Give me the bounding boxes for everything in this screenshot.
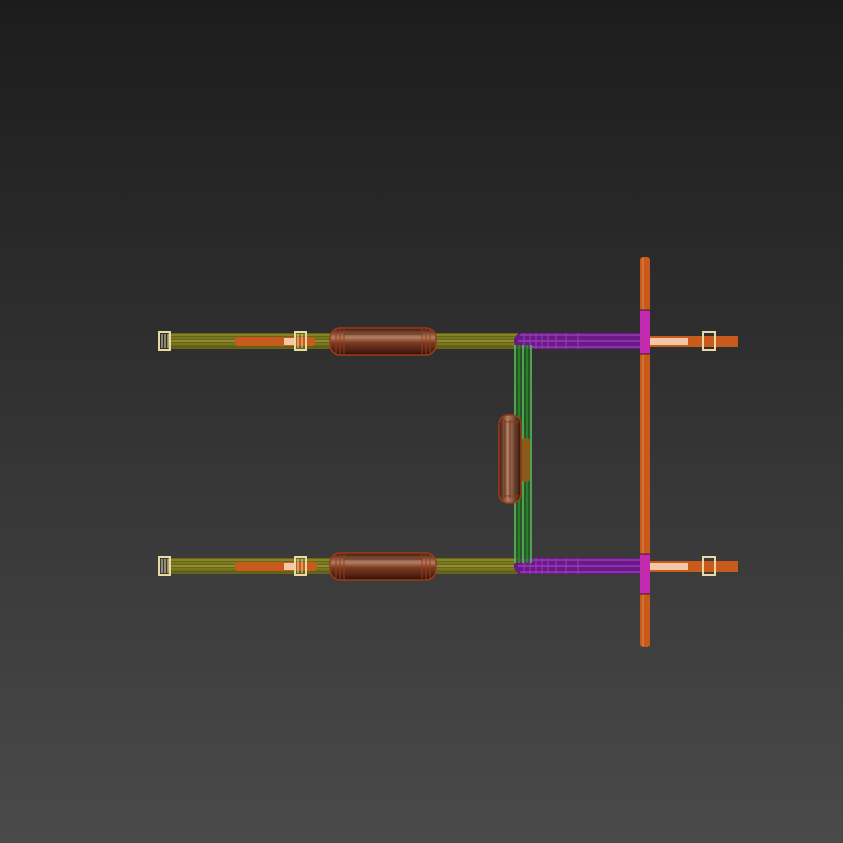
bottom-rail-assembly[interactable] bbox=[158, 552, 738, 581]
3d-viewport[interactable] bbox=[0, 0, 843, 843]
right-axle-icon[interactable] bbox=[640, 257, 650, 647]
top-right-insert[interactable] bbox=[648, 331, 738, 351]
bottom-left-end-clamp-icon[interactable] bbox=[158, 556, 171, 576]
bottom-purple-elbow[interactable] bbox=[514, 558, 644, 574]
top-grip-icon[interactable] bbox=[329, 327, 437, 356]
top-left-orange-bar[interactable] bbox=[235, 337, 315, 346]
top-left-end-clamp-icon[interactable] bbox=[158, 331, 171, 351]
bottom-left-orange-bar[interactable] bbox=[235, 562, 317, 571]
top-purple-elbow[interactable] bbox=[514, 333, 644, 349]
handlebar-frame-model[interactable] bbox=[0, 0, 843, 843]
bottom-grip-icon[interactable] bbox=[329, 552, 437, 581]
top-rail-assembly[interactable] bbox=[158, 327, 738, 356]
bottom-right-insert[interactable] bbox=[648, 556, 738, 576]
